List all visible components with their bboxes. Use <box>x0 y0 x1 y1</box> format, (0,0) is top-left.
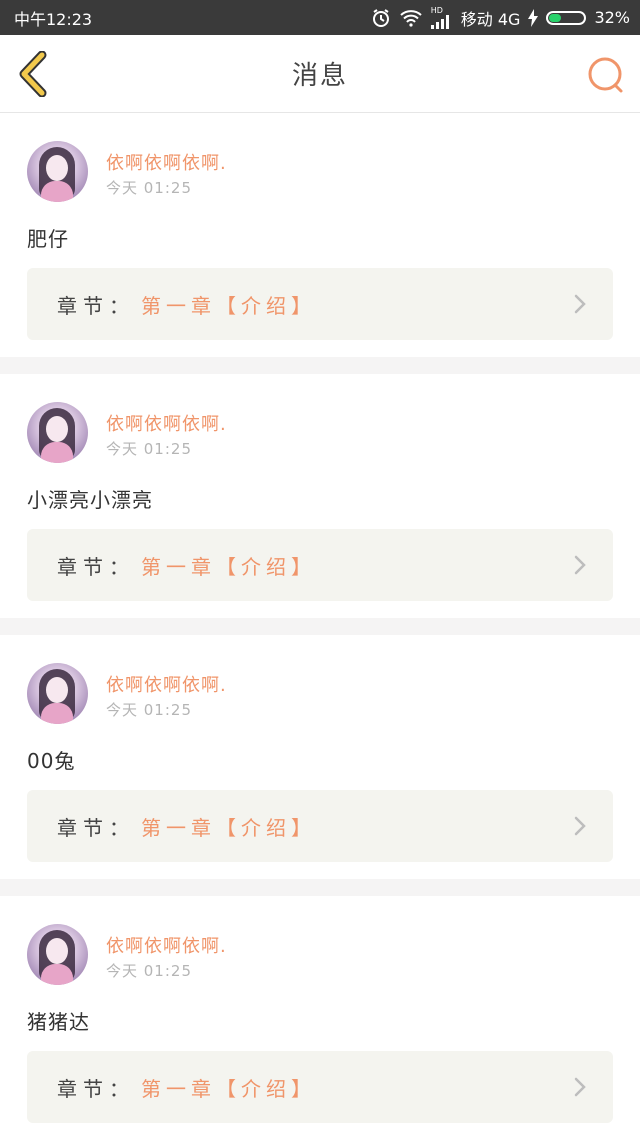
message-text: 肥仔 <box>27 227 69 251</box>
chevron-right-icon <box>574 1077 586 1097</box>
signal-icon: HD <box>430 5 453 29</box>
user-name[interactable]: 依啊依啊依啊. <box>106 932 227 958</box>
chapter-label: 章节： <box>57 1076 135 1101</box>
chevron-right-icon <box>574 816 586 836</box>
message-text: 小漂亮小漂亮 <box>27 488 153 512</box>
search-button[interactable] <box>586 55 626 95</box>
user-name[interactable]: 依啊依啊依啊. <box>106 671 227 697</box>
battery-level <box>549 13 561 22</box>
chapter-name: 第一章【介绍】 <box>141 815 316 840</box>
message-time: 今天 01:25 <box>106 440 192 458</box>
message-card: 依啊依啊依啊. 今天 01:25 猪猪达 章节： 第一章【介绍】 <box>0 896 640 1140</box>
page-title: 消息 <box>291 61 348 91</box>
message-card: 依啊依啊依啊. 今天 01:25 00兔 章节： 第一章【介绍】 <box>0 635 640 879</box>
wifi-icon <box>399 9 423 27</box>
avatar[interactable] <box>27 924 88 985</box>
alarm-icon <box>371 8 391 28</box>
divider <box>0 618 640 635</box>
message-time: 今天 01:25 <box>106 179 192 197</box>
avatar[interactable] <box>27 141 88 202</box>
chapter-name: 第一章【介绍】 <box>141 293 316 318</box>
message-list: 依啊依啊依啊. 今天 01:25 肥仔 章节： 第一章【介绍】 依啊依啊依啊. … <box>0 113 640 1140</box>
status-icons: HD 移动 4G 32% <box>371 6 630 30</box>
back-button[interactable] <box>14 50 54 98</box>
chapter-link[interactable]: 章节： 第一章【介绍】 <box>27 790 613 862</box>
chapter-label: 章节： <box>57 815 135 840</box>
header: 消息 <box>0 35 640 113</box>
status-time: 中午12:23 <box>14 9 93 29</box>
message-text: 00兔 <box>27 749 76 773</box>
chapter-name: 第一章【介绍】 <box>141 1076 316 1101</box>
carrier-label: 移动 4G <box>460 9 521 29</box>
status-bar: 中午12:23 HD 移动 4G 32% <box>0 0 640 35</box>
message-card: 依啊依啊依啊. 今天 01:25 小漂亮小漂亮 章节： 第一章【介绍】 <box>0 374 640 618</box>
network-badge: HD <box>430 5 443 15</box>
message-text: 猪猪达 <box>27 1010 90 1034</box>
charging-icon <box>528 8 539 27</box>
message-time: 今天 01:25 <box>106 962 192 980</box>
message-card: 依啊依啊依啊. 今天 01:25 肥仔 章节： 第一章【介绍】 <box>0 113 640 357</box>
user-name[interactable]: 依啊依啊依啊. <box>106 149 227 175</box>
chapter-label: 章节： <box>57 293 135 318</box>
avatar[interactable] <box>27 663 88 724</box>
chevron-right-icon <box>574 294 586 314</box>
message-time: 今天 01:25 <box>106 701 192 719</box>
user-name[interactable]: 依啊依啊依啊. <box>106 410 227 436</box>
search-icon <box>588 57 623 93</box>
chapter-link[interactable]: 章节： 第一章【介绍】 <box>27 268 613 340</box>
chapter-name: 第一章【介绍】 <box>141 554 316 579</box>
chevron-right-icon <box>574 555 586 575</box>
battery-percent: 32% <box>594 8 630 27</box>
chapter-link[interactable]: 章节： 第一章【介绍】 <box>27 529 613 601</box>
divider <box>0 879 640 896</box>
divider <box>0 357 640 374</box>
avatar[interactable] <box>27 402 88 463</box>
chapter-link[interactable]: 章节： 第一章【介绍】 <box>27 1051 613 1123</box>
chevron-left-icon <box>19 50 47 98</box>
chapter-label: 章节： <box>57 554 135 579</box>
battery-icon <box>546 10 587 25</box>
